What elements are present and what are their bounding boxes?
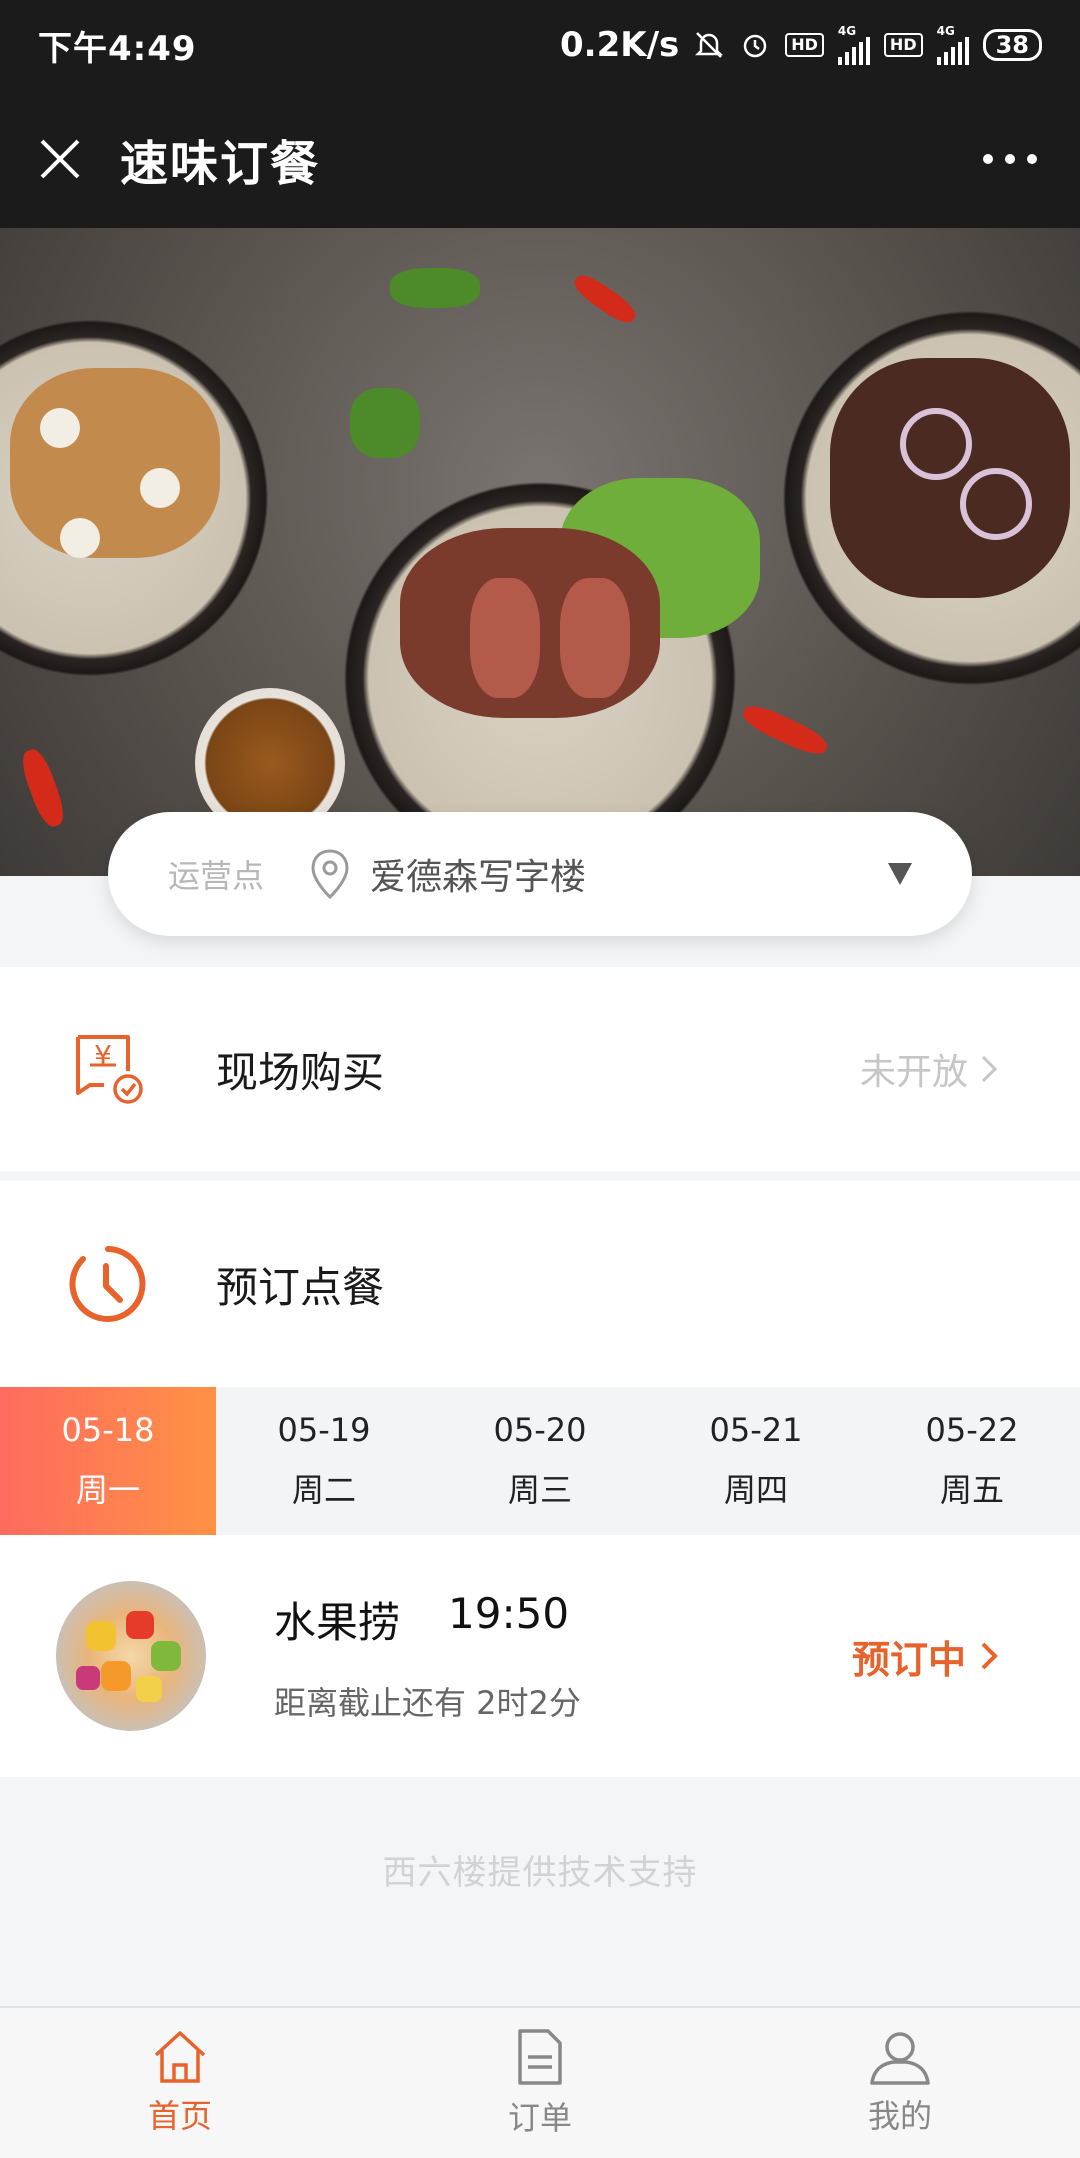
- tab-label: 订单: [507, 2099, 572, 2137]
- home-icon: [154, 2031, 206, 2083]
- onsite-purchase-status: 未开放: [860, 1043, 998, 1095]
- food-steak-slice: [470, 578, 540, 698]
- date-tab[interactable]: 05-21 周四: [648, 1387, 864, 1535]
- date-label: 05-19: [277, 1411, 371, 1449]
- food-chili: [570, 269, 640, 329]
- bottom-tab-bar: 首页 订单 我的: [0, 2006, 1080, 2158]
- food-herb: [390, 268, 480, 308]
- food-chili: [17, 745, 69, 831]
- fruit-piece: [151, 1641, 181, 1671]
- receipt-yen-icon: ¥: [0, 1031, 216, 1107]
- tech-support-note: 西六楼提供技术支持: [382, 1853, 698, 1893]
- date-label: 05-18: [61, 1411, 155, 1449]
- more-dot-icon: [983, 154, 993, 164]
- more-dot-icon: [1005, 154, 1015, 164]
- meal-item[interactable]: 水果捞 19:50 距离截止还有 2时2分 预订中: [0, 1535, 1080, 1777]
- date-tab[interactable]: 05-20 周三: [432, 1387, 648, 1535]
- fruit-piece: [126, 1611, 154, 1639]
- chevron-right-icon: [981, 1642, 998, 1670]
- meal-name: 水果捞: [274, 1597, 401, 1647]
- date-tab[interactable]: 05-19 周二: [216, 1387, 432, 1535]
- weekday-label: 周一: [75, 1471, 140, 1509]
- hero-banner-image: [0, 228, 1080, 876]
- location-selector[interactable]: 运营点 爱德森写字楼: [108, 812, 972, 936]
- status-time: 下午4:49: [38, 28, 197, 69]
- alarm-icon: [739, 29, 771, 61]
- close-button[interactable]: [0, 90, 120, 228]
- reserve-label: 预订中: [851, 1637, 966, 1682]
- fruit-piece: [86, 1621, 116, 1651]
- food-garnish: [140, 468, 180, 508]
- signal-icon: 4G: [837, 24, 870, 65]
- svg-text:¥: ¥: [94, 1039, 112, 1072]
- fruit-piece: [76, 1666, 100, 1690]
- tab-home[interactable]: 首页: [0, 2008, 360, 2158]
- close-icon: [40, 139, 80, 179]
- food-chicken: [10, 368, 220, 558]
- dropdown-arrow-icon: [888, 863, 912, 885]
- food-onion-ring: [960, 468, 1032, 540]
- meal-time: 19:50: [448, 1588, 570, 1638]
- meal-title-line: 水果捞 19:50: [274, 1589, 581, 1650]
- date-selector: 05-18 周一 05-19 周二 05-20 周三 05-21 周四 05-2…: [0, 1387, 1080, 1535]
- tab-orders[interactable]: 订单: [360, 2008, 720, 2158]
- onsite-purchase-row[interactable]: ¥ 现场购买 未开放: [0, 967, 1080, 1171]
- tab-label: 首页: [147, 2097, 212, 2135]
- food-herb: [350, 388, 420, 458]
- clock-icon: [0, 1244, 216, 1324]
- status-text: 未开放: [859, 1052, 968, 1093]
- date-label: 05-21: [709, 1411, 803, 1449]
- network-type: 4G: [837, 24, 857, 38]
- mute-bell-icon: [693, 29, 725, 61]
- onsite-purchase-title: 现场购买: [216, 1047, 385, 1097]
- page-title: 速味订餐: [120, 136, 321, 192]
- title-bar: 速味订餐: [0, 90, 1080, 228]
- location-pin-icon: [311, 849, 349, 900]
- status-bar: 下午4:49 0.2K/s HD 4G HD 4G 38: [0, 0, 1080, 90]
- hd-badge: HD: [785, 33, 824, 57]
- tab-label: 我的: [867, 2097, 932, 2135]
- order-icon: [518, 2029, 562, 2085]
- reservation-section-header: 预订点餐: [0, 1181, 1080, 1387]
- more-dot-icon: [1027, 154, 1037, 164]
- food-onion-ring: [900, 408, 972, 480]
- meal-countdown: 距离截止还有 2时2分: [274, 1683, 581, 1722]
- food-beef: [830, 358, 1070, 598]
- signal-icon: 4G: [936, 24, 969, 65]
- hd-badge: HD: [883, 33, 923, 57]
- weekday-label: 周五: [939, 1471, 1004, 1509]
- fruit-piece: [101, 1661, 131, 1691]
- more-menu-button[interactable]: [940, 90, 1080, 228]
- tab-profile[interactable]: 我的: [720, 2008, 1080, 2158]
- weekday-label: 周三: [507, 1471, 572, 1509]
- battery-indicator: 38: [982, 29, 1042, 61]
- food-garnish: [40, 408, 80, 448]
- weekday-label: 周二: [291, 1471, 356, 1509]
- location-label: 运营点: [168, 857, 265, 895]
- food-garnish: [60, 518, 100, 558]
- reserve-button[interactable]: 预订中: [852, 1629, 998, 1684]
- date-label: 05-20: [493, 1411, 587, 1449]
- date-tab[interactable]: 05-18 周一: [0, 1387, 216, 1535]
- reservation-title: 预订点餐: [216, 1262, 385, 1312]
- network-speed: 0.2K/s: [560, 25, 680, 65]
- date-label: 05-22: [925, 1411, 1019, 1449]
- meal-thumbnail: [56, 1581, 206, 1731]
- date-tab[interactable]: 05-22 周五: [864, 1387, 1080, 1535]
- profile-icon: [870, 2032, 930, 2085]
- fruit-piece: [136, 1676, 162, 1702]
- weekday-label: 周四: [723, 1471, 788, 1509]
- status-indicators: 0.2K/s HD 4G HD 4G 38: [560, 25, 1042, 65]
- food-steak-slice: [560, 578, 630, 698]
- network-type: 4G: [936, 24, 955, 38]
- meal-info: 水果捞 19:50 距离截止还有 2时2分: [274, 1589, 581, 1724]
- location-value: 爱德森写字楼: [370, 857, 587, 898]
- chevron-right-icon: [981, 1055, 998, 1083]
